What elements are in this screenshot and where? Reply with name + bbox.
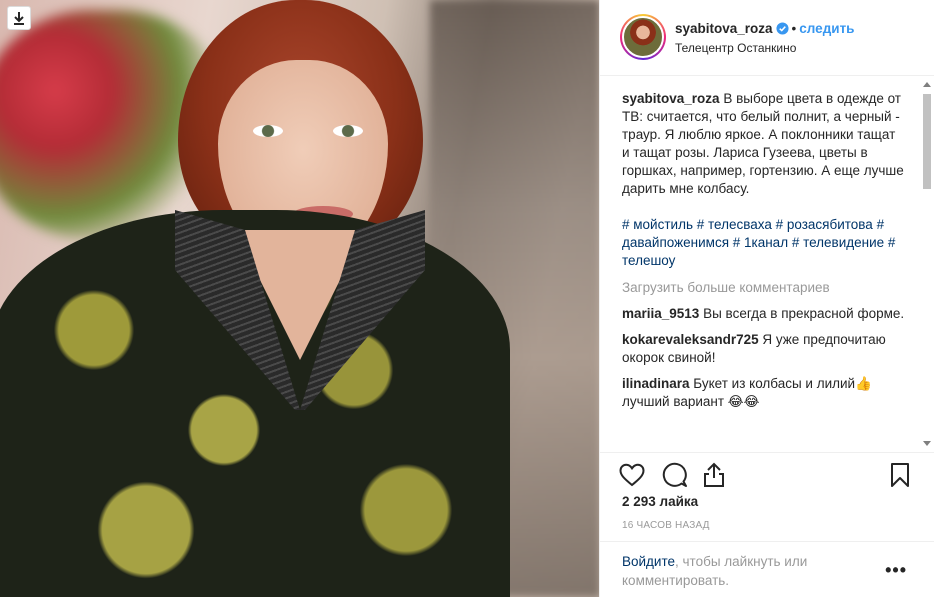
comment-username[interactable]: kokarevaleksandr725: [622, 332, 759, 347]
verified-badge-icon: [776, 22, 789, 38]
caption-username[interactable]: syabitova_roza: [622, 91, 720, 106]
comments-scrollbar[interactable]: [922, 82, 932, 446]
caption: syabitova_roza В выборе цвета в одежде о…: [622, 90, 905, 198]
save-button[interactable]: [886, 461, 914, 489]
caption-text: В выборе цвета в одежде от ТВ: считается…: [622, 91, 904, 196]
scroll-thumb[interactable]: [923, 94, 931, 189]
heart-icon: [619, 463, 645, 487]
comment-item: ilinadinara Букет из колбасы и лилий👍 лу…: [622, 375, 905, 411]
action-bar: [600, 452, 934, 496]
more-options-button[interactable]: •••: [885, 560, 907, 581]
login-prompt: Войдите, чтобы лайкнуть или комментирова…: [600, 541, 934, 597]
photo-eye-left: [253, 125, 283, 137]
follow-button[interactable]: следить: [799, 21, 854, 36]
post-header: syabitova_roza • следить Телецентр Останки…: [600, 0, 934, 76]
scroll-down-arrow-icon[interactable]: [923, 441, 931, 446]
download-button[interactable]: [7, 6, 31, 30]
header-username[interactable]: syabitova_roza: [675, 21, 773, 36]
share-button[interactable]: [700, 461, 728, 489]
comment-username[interactable]: mariia_9513: [622, 306, 699, 321]
comment-item: mariia_9513 Вы всегда в прекрасной форме…: [622, 305, 905, 323]
hashtags[interactable]: # мойстиль # телесваха # розасябитова # …: [622, 216, 905, 270]
user-line: syabitova_roza • следить: [675, 21, 854, 38]
speech-bubble-icon: [662, 462, 687, 487]
like-button[interactable]: [618, 461, 646, 489]
comment-username[interactable]: ilinadinara: [622, 376, 690, 391]
comment-text: Вы всегда в прекрасной форме.: [703, 306, 905, 321]
photo-eye-right: [333, 125, 363, 137]
login-link[interactable]: Войдите: [622, 554, 675, 569]
login-prompt-text: Войдите, чтобы лайкнуть или комментирова…: [622, 552, 842, 590]
comment-item: kokarevaleksandr725 Я уже предпочитаю ок…: [622, 331, 905, 367]
likes-count[interactable]: 2 293 лайка: [622, 494, 698, 509]
download-arrow-icon: [14, 12, 24, 25]
post-photo[interactable]: [0, 0, 599, 597]
comments-list[interactable]: syabitova_roza В выборе цвета в одежде о…: [600, 77, 934, 451]
comment-button[interactable]: [661, 461, 689, 489]
post-sidebar: syabitova_roza • следить Телецентр Останки…: [599, 0, 934, 597]
share-icon: [704, 462, 724, 487]
post-timestamp[interactable]: 16 ЧАСОВ НАЗАД: [622, 520, 710, 531]
separator-dot: •: [791, 21, 797, 36]
avatar[interactable]: [620, 14, 666, 60]
avatar-image: [622, 16, 664, 58]
load-more-comments-button[interactable]: Загрузить больше комментариев: [622, 279, 905, 297]
location-link[interactable]: Телецентр Останкино: [675, 41, 796, 55]
bookmark-icon: [891, 463, 909, 487]
scroll-up-arrow-icon[interactable]: [923, 82, 931, 87]
